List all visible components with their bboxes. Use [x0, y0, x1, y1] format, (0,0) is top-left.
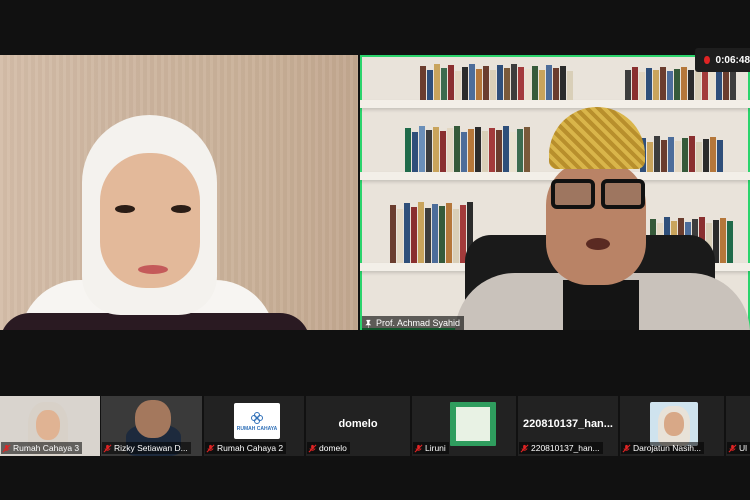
participant-label: 220810137_han... [519, 442, 603, 454]
book-row [405, 125, 530, 172]
speaker-name: Prof. Achmad Syahid [376, 318, 461, 328]
gallery-tile[interactable]: Rizky Setiawan D... [101, 396, 202, 456]
participant-eye [171, 205, 191, 213]
gallery-tile[interactable]: Ul [726, 396, 750, 456]
gallery-tile[interactable]: Liruni [412, 396, 516, 456]
participant-label: Ul [727, 442, 750, 454]
mic-muted-icon [728, 444, 737, 452]
speaker-glasses [551, 179, 647, 213]
speaker-mouth [586, 238, 610, 250]
mic-muted-icon [414, 444, 423, 452]
mic-muted-icon [308, 444, 317, 452]
pin-icon [365, 319, 372, 328]
flower-logo-icon [251, 411, 263, 424]
participant-label: Liruni [413, 442, 449, 454]
participant-label: Rizky Setiawan D... [102, 442, 191, 454]
gallery-tile[interactable]: 220810137_han... 220810137_han... [518, 396, 618, 456]
book-row [420, 63, 573, 100]
recording-time: 0:06:48 [715, 54, 750, 66]
participant-display-name: 220810137_han... [523, 418, 613, 430]
shelf [360, 100, 750, 108]
mic-muted-icon [520, 444, 529, 452]
book-row [640, 135, 723, 172]
participant-label: Rumah Cahaya 3 [1, 442, 83, 454]
gallery-tile[interactable]: Rumah Cahaya 3 [0, 396, 100, 456]
gallery-tile[interactable]: Darojatun Nasih... [620, 396, 724, 456]
participant-eye [115, 205, 135, 213]
active-speaker-video[interactable] [360, 55, 750, 330]
book-row [390, 200, 473, 263]
participant-video-left[interactable] [0, 55, 358, 330]
participant-label: domelo [307, 442, 350, 454]
participant-label: Rumah Cahaya 2 [205, 442, 287, 454]
mic-muted-icon [206, 444, 215, 452]
book-cover-image [450, 402, 496, 446]
mic-muted-icon [2, 444, 11, 452]
speaker-name-tag: Prof. Achmad Syahid [362, 316, 465, 330]
participant-display-name: domelo [338, 418, 378, 430]
mic-muted-icon [103, 444, 112, 452]
participant-mouth [138, 265, 168, 274]
mic-muted-icon [622, 444, 631, 452]
record-dot-icon [704, 56, 710, 64]
meeting-window: Prof. Achmad Syahid 0:06:48 Rumah Cahaya… [0, 0, 750, 500]
recording-indicator[interactable]: 0:06:48 [695, 48, 750, 72]
gallery-tile[interactable]: RUMAH CAHAYA Rumah Cahaya 2 [204, 396, 304, 456]
speaker-shirt [563, 280, 639, 330]
participant-gallery: Rumah Cahaya 3 Rizky Setiawan D... RUMAH… [0, 396, 750, 456]
participant-label: Darojatun Nasih... [621, 442, 705, 454]
participant-clothing [0, 313, 310, 330]
gallery-tile[interactable]: domelo domelo [306, 396, 410, 456]
speaker-cap [549, 107, 645, 169]
rumah-cahaya-logo: RUMAH CAHAYA [234, 403, 280, 439]
